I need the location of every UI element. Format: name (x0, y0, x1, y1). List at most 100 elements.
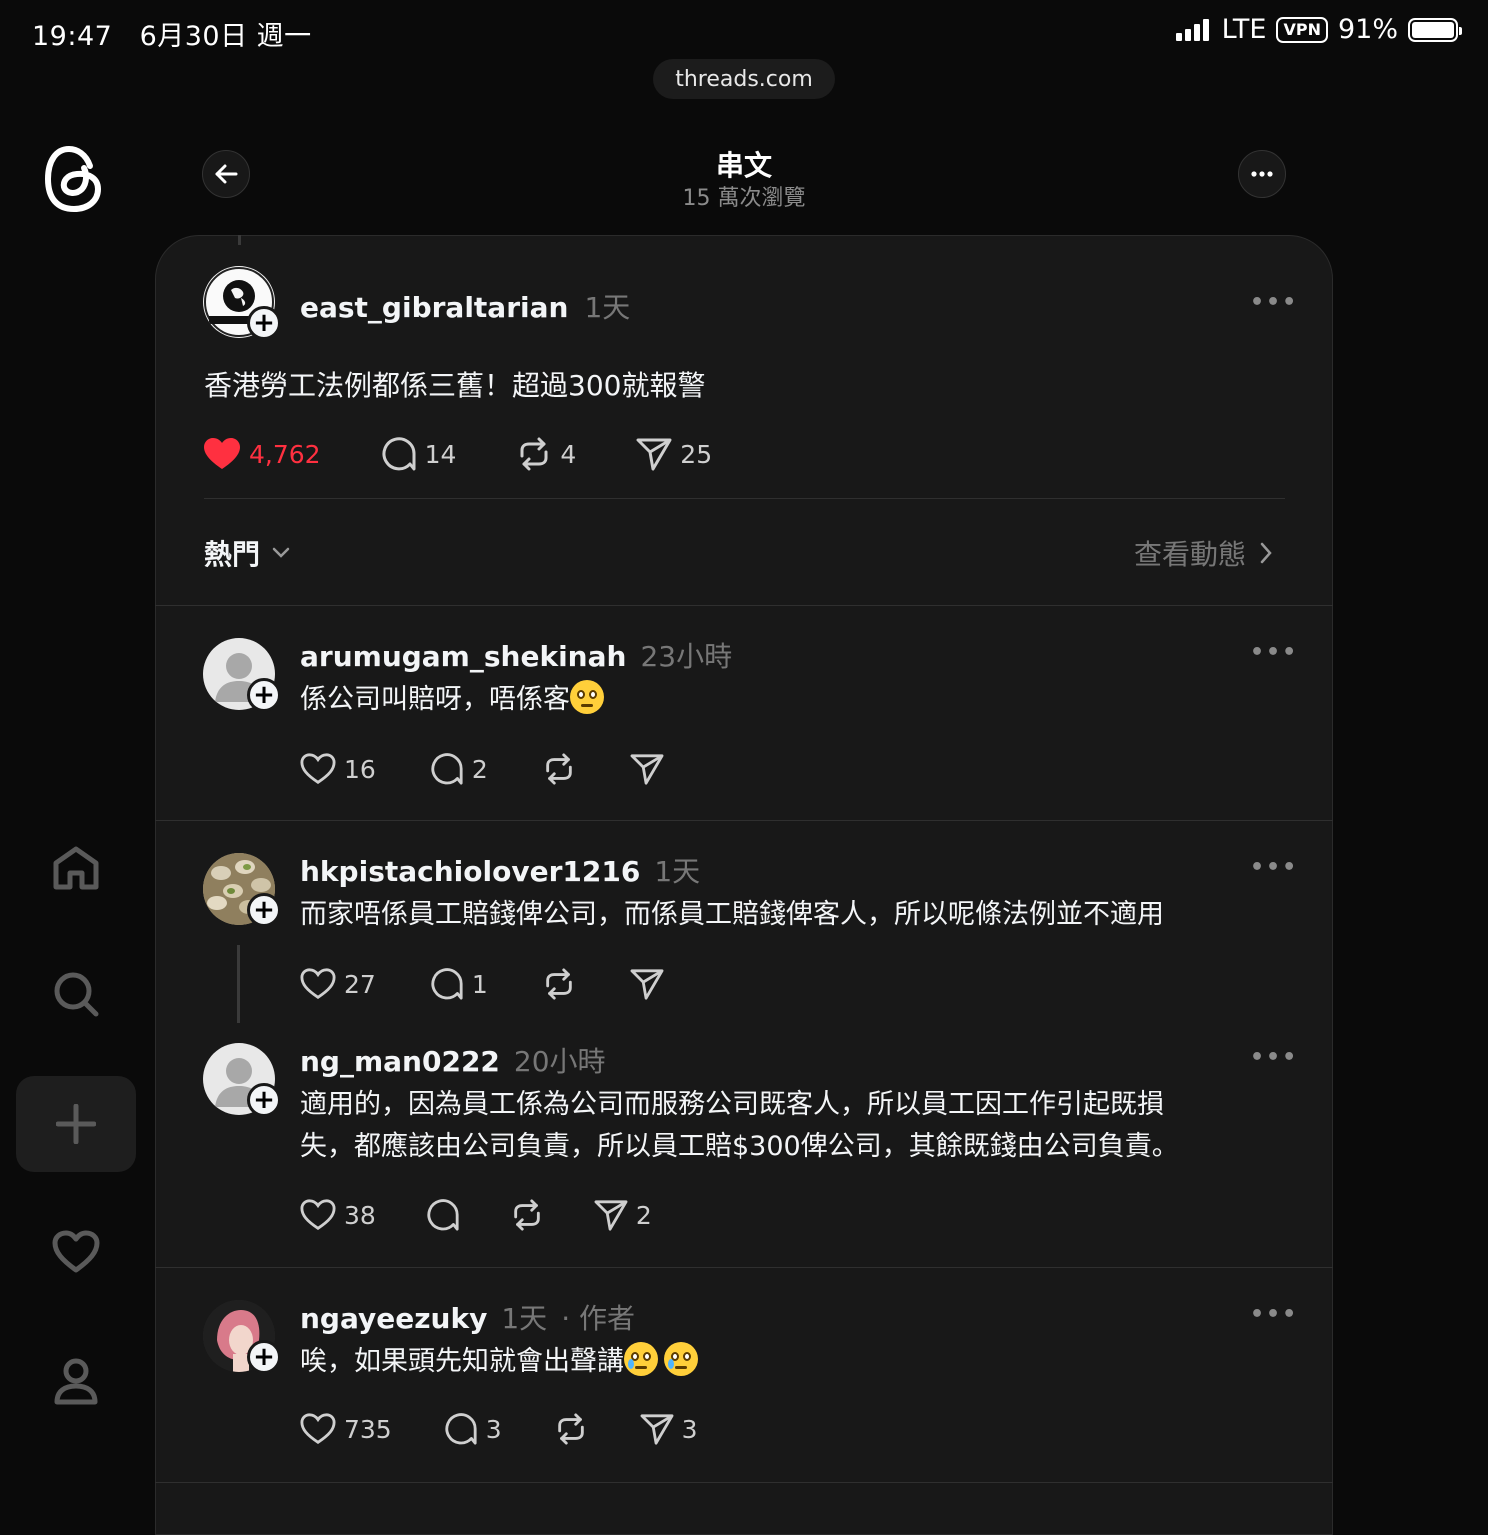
plus-icon (56, 1104, 96, 1144)
reply-header: hkpistachiolover1216 1天 (300, 850, 700, 890)
url-text: threads.com (675, 66, 813, 92)
divider (204, 498, 1285, 499)
view-activity-link[interactable]: 查看動態 (1134, 533, 1272, 573)
repost-button[interactable] (554, 1412, 588, 1446)
arrow-left-icon (215, 164, 238, 184)
reply-button[interactable]: 2 (430, 752, 488, 786)
repost-count: 4 (560, 439, 577, 469)
reply-button[interactable] (426, 1198, 460, 1232)
thread-line (237, 945, 240, 1023)
reply-more-button[interactable]: ••• (1250, 1302, 1298, 1327)
follow-button[interactable]: + (247, 893, 281, 927)
username[interactable]: hkpistachiolover1216 (300, 855, 640, 888)
sort-dropdown[interactable]: 熱門 (204, 533, 290, 573)
share-button[interactable] (630, 967, 664, 1001)
more-options-button[interactable] (1238, 150, 1286, 198)
page-title: 串文 (715, 149, 772, 182)
share-button[interactable]: 25 (636, 436, 712, 472)
reply-header: ng_man0222 20小時 (300, 1040, 606, 1080)
status-time: 19:47 (32, 21, 113, 52)
reply-more-button[interactable]: ••• (1250, 640, 1298, 665)
view-count: 15 萬次瀏覽 (682, 186, 806, 211)
reply-avatar[interactable]: + (203, 1043, 281, 1117)
heart-icon (300, 1199, 336, 1230)
username[interactable]: arumugam_shekinah (300, 640, 626, 673)
like-button[interactable]: 27 (300, 967, 376, 1001)
like-count: 27 (344, 969, 376, 999)
main-post-avatar[interactable]: + (203, 266, 281, 340)
battery-percent: 91% (1337, 14, 1398, 45)
post-time: 1天 (584, 291, 631, 324)
username[interactable]: east_gibraltarian (300, 291, 568, 324)
follow-button[interactable]: + (247, 678, 281, 712)
reply-text-line-1: 適用的，因為員工係為公司而服務公司既客人，所以員工因工作引起既損 (300, 1089, 1164, 1120)
post-more-button[interactable]: ••• (1250, 290, 1298, 315)
follow-button[interactable]: + (247, 306, 281, 340)
reply-button[interactable]: 14 (381, 436, 457, 472)
reply-avatar[interactable]: + (203, 853, 281, 927)
comment-icon (431, 753, 463, 785)
heart-icon (300, 753, 336, 784)
reply-time: 23小時 (640, 640, 733, 673)
chevron-down-icon (272, 547, 290, 558)
main-post-text: 香港勞工法例都係三舊！超過300就報警 (204, 369, 706, 402)
divider (155, 605, 1333, 606)
back-button[interactable] (202, 150, 250, 198)
author-tag: · 作者 (561, 1302, 635, 1335)
repost-button[interactable] (542, 967, 576, 1001)
home-icon[interactable] (16, 820, 136, 916)
reply-avatar[interactable]: + (203, 638, 281, 712)
share-button[interactable] (630, 752, 664, 786)
threads-logo-icon[interactable] (44, 144, 106, 214)
reply-time: 1天 (501, 1302, 548, 1335)
more-icon (1251, 171, 1273, 177)
share-button[interactable]: 2 (594, 1198, 652, 1232)
like-count: 4,762 (249, 439, 321, 469)
like-button[interactable]: 38 (300, 1198, 376, 1232)
main-post-actions: 4,762 14 4 25 (203, 436, 712, 472)
reply-actions: 16 2 (300, 752, 664, 786)
search-icon[interactable] (16, 946, 136, 1042)
like-button[interactable]: 735 (300, 1412, 392, 1446)
repost-button[interactable] (510, 1198, 544, 1232)
follow-button[interactable]: + (247, 1083, 281, 1117)
repost-icon (514, 1199, 540, 1231)
follow-button[interactable]: + (247, 1340, 281, 1374)
reply-text: 唉，如果頭先知就會出聲講 (300, 1341, 698, 1383)
reply-button[interactable]: 3 (444, 1412, 502, 1446)
crying-face-emoji-icon (664, 1342, 698, 1376)
status-time-date: 19:47 6月30日 週一 (32, 14, 312, 53)
person-icon[interactable] (16, 1334, 136, 1430)
reply-header: arumugam_shekinah 23小時 (300, 635, 732, 675)
divider (155, 1482, 1333, 1483)
username[interactable]: ngayeezuky (300, 1302, 487, 1335)
reply-more-button[interactable]: ••• (1250, 855, 1298, 880)
repost-button[interactable] (542, 752, 576, 786)
reply-actions: 735 3 3 (300, 1412, 698, 1446)
status-indicators: LTE VPN 91% (1175, 14, 1462, 45)
like-button[interactable]: 4,762 (203, 436, 321, 472)
reply-header: ngayeezuky 1天 · 作者 (300, 1297, 635, 1337)
reply-avatar[interactable]: + (203, 1300, 281, 1374)
status-date: 6月30日 週一 (139, 21, 312, 52)
share-button[interactable]: 3 (640, 1412, 698, 1446)
url-bar[interactable]: threads.com (653, 59, 835, 99)
reply-button[interactable]: 1 (430, 967, 488, 1001)
reply-count: 2 (471, 754, 488, 784)
view-activity-label: 查看動態 (1134, 538, 1247, 571)
heart-icon[interactable] (16, 1204, 136, 1300)
crying-face-emoji-icon (624, 1342, 658, 1376)
username[interactable]: ng_man0222 (300, 1045, 500, 1078)
heart-icon (300, 1413, 336, 1444)
reply-time: 20小時 (513, 1045, 606, 1078)
reply-count: 14 (424, 439, 457, 469)
reply-actions: 27 1 (300, 967, 664, 1001)
like-button[interactable]: 16 (300, 752, 376, 786)
reply-more-button[interactable]: ••• (1250, 1045, 1298, 1070)
create-button[interactable] (16, 1076, 136, 1172)
reply-text-line-2: 失，都應該由公司負責，所以員工賠$300俾公司，其餘既錢由公司負責。 (300, 1131, 1179, 1162)
repost-button[interactable]: 4 (516, 436, 576, 472)
repost-icon (557, 1413, 584, 1445)
share-count: 25 (680, 439, 713, 469)
send-icon (594, 1200, 628, 1231)
